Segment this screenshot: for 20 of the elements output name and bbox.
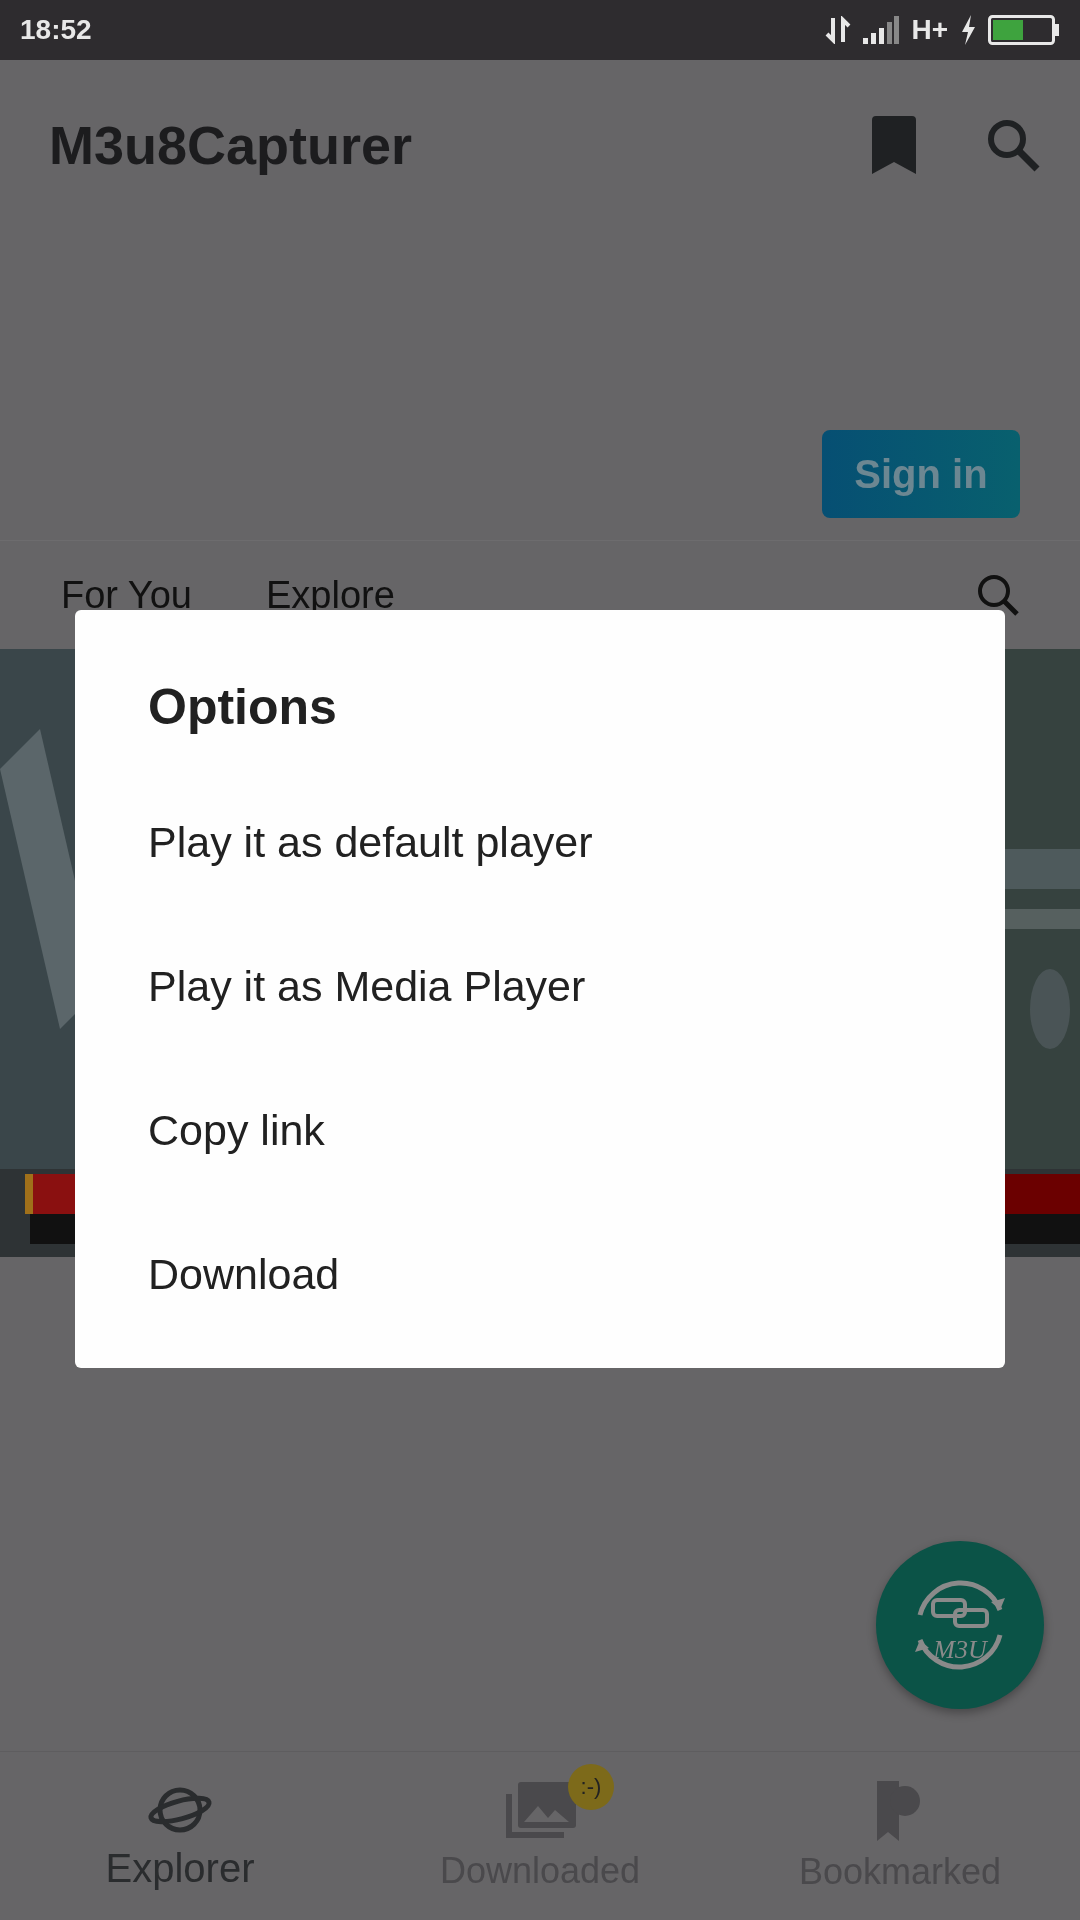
search-icon[interactable]	[976, 573, 1020, 617]
menu-item[interactable]: Download	[75, 1202, 1005, 1346]
battery-icon	[988, 15, 1060, 45]
bookmark-icon[interactable]	[872, 116, 916, 174]
menu-item[interactable]: Play it as Media Player	[75, 914, 1005, 1058]
data-arrows-icon	[825, 16, 852, 44]
nav-label: Explorer	[105, 1845, 255, 1891]
charging-icon	[960, 15, 976, 45]
sign-in-button[interactable]: Sign in	[822, 430, 1020, 518]
capture-fab[interactable]: M3U	[876, 1541, 1044, 1709]
dialog-title: Options	[148, 678, 338, 737]
app-title: M3u8Capturer	[49, 114, 413, 176]
fab-label: M3U	[933, 1635, 987, 1665]
menu-item[interactable]: Play it as default player	[75, 770, 1005, 914]
status-time: 18:52	[20, 14, 92, 46]
signal-icon	[863, 16, 900, 44]
network-type: H+	[911, 14, 948, 46]
badge: :-)	[568, 1764, 614, 1810]
menu-item[interactable]: Copy link	[75, 1058, 1005, 1202]
nav-item[interactable]: Explorer	[0, 1752, 360, 1920]
